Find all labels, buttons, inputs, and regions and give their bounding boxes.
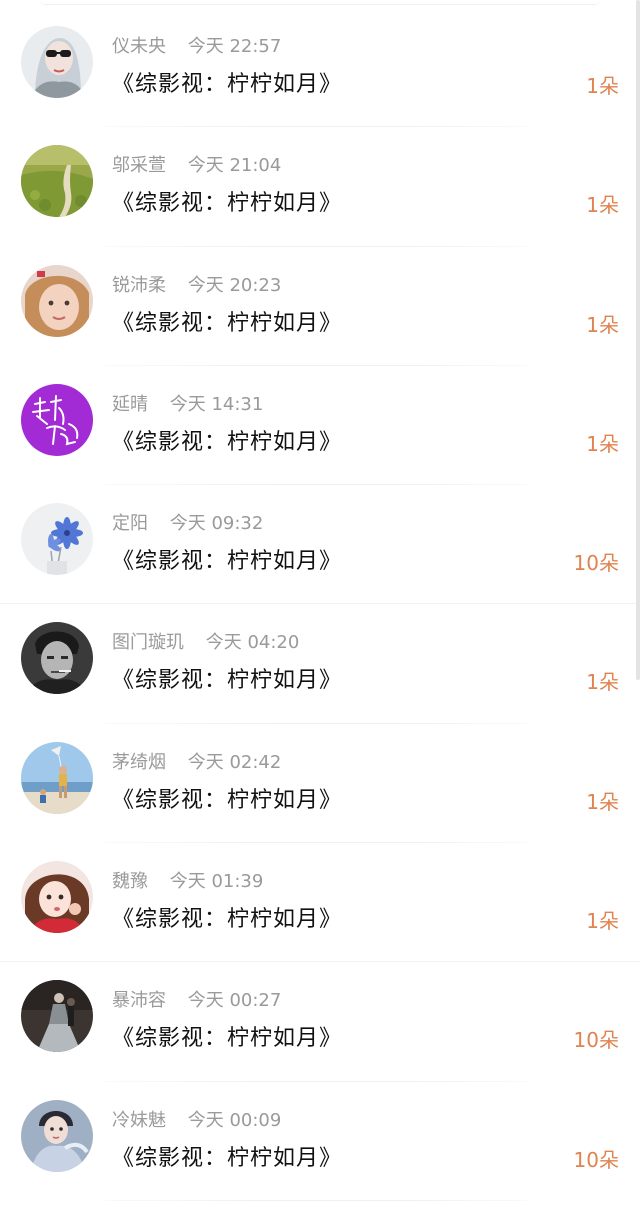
record-meta: 定阳 今天 09:32 xyxy=(112,509,263,535)
gift-amount: 1朵 xyxy=(586,789,619,814)
top-edge xyxy=(40,0,600,5)
book-title[interactable]: 《综影视：柠柠如月》 xyxy=(112,185,342,217)
gift-amount: 1朵 xyxy=(586,193,619,218)
timestamp: 今天 02:42 xyxy=(187,751,282,773)
user-name: 暴沛容 xyxy=(112,990,166,1012)
timestamp: 今天 01:39 xyxy=(169,871,264,893)
user-name: 魏豫 xyxy=(112,871,148,893)
record-meta: 图门璇玑 今天 04:20 xyxy=(112,628,299,654)
list-item[interactable]: 魏豫 今天 01:39 《综影视：柠柠如月》 1朵 xyxy=(0,843,640,963)
timestamp: 今天 21:04 xyxy=(187,155,282,177)
gift-amount: 1朵 xyxy=(586,909,619,934)
timestamp: 今天 00:27 xyxy=(187,990,282,1012)
timestamp: 今天 04:20 xyxy=(205,632,300,654)
record-meta: 延晴 今天 14:31 xyxy=(112,390,263,416)
divider xyxy=(104,1199,528,1201)
list-item[interactable]: 茅绮烟 今天 02:42 《综影视：柠柠如月》 1朵 xyxy=(0,724,640,844)
book-title[interactable]: 《综影视：柠柠如月》 xyxy=(112,662,342,694)
user-name: 仪未央 xyxy=(112,36,166,57)
scrollbar[interactable] xyxy=(636,0,640,680)
avatar-woman-sunglasses[interactable] xyxy=(21,26,93,98)
list-item[interactable]: 仪未央 今天 22:57 《综影视：柠柠如月》 1朵 xyxy=(0,8,640,128)
user-name: 延晴 xyxy=(112,393,148,415)
book-title[interactable]: 《综影视：柠柠如月》 xyxy=(112,543,342,575)
avatar-beach-kite[interactable] xyxy=(21,741,93,814)
book-title[interactable]: 《综影视：柠柠如月》 xyxy=(112,424,342,456)
list-item[interactable]: 邬采萱 今天 21:04 《综影视：柠柠如月》 1朵 xyxy=(0,127,640,247)
list-item[interactable]: 锐沛柔 今天 20:23 《综影视：柠柠如月》 1朵 xyxy=(0,247,640,366)
gift-amount: 10朵 xyxy=(573,1028,619,1053)
record-meta: 魏豫 今天 01:39 xyxy=(112,867,263,893)
book-title[interactable]: 《综影视：柠柠如月》 xyxy=(112,901,342,933)
list-item[interactable]: 延晴 今天 14:31 《综影视：柠柠如月》 1朵 xyxy=(0,366,640,486)
book-title[interactable]: 《综影视：柠柠如月》 xyxy=(112,1140,342,1172)
timestamp: 今天 14:31 xyxy=(169,393,264,415)
timestamp: 今天 22:57 xyxy=(187,36,282,57)
timestamp: 今天 00:09 xyxy=(187,1109,282,1131)
book-title[interactable]: 《综影视：柠柠如月》 xyxy=(112,66,342,98)
book-title[interactable]: 《综影视：柠柠如月》 xyxy=(112,305,342,337)
user-name: 定阳 xyxy=(112,513,148,535)
list-item[interactable]: 冷妹魅 今天 00:09 《综影视：柠柠如月》 10朵 xyxy=(0,1082,640,1201)
gift-amount: 1朵 xyxy=(586,431,619,456)
avatar-purple-calligraphy[interactable] xyxy=(21,383,93,456)
avatar-costume-lady[interactable] xyxy=(21,1099,93,1172)
list-item[interactable]: 暴沛容 今天 00:27 《综影视：柠柠如月》 10朵 xyxy=(0,962,640,1082)
user-name: 茅绮烟 xyxy=(112,751,166,773)
timestamp: 今天 09:32 xyxy=(169,513,264,535)
record-meta: 仪未央 今天 22:57 xyxy=(112,32,281,58)
gift-amount: 10朵 xyxy=(573,551,619,576)
avatar-girl-red[interactable] xyxy=(21,861,93,934)
user-name: 锐沛柔 xyxy=(112,274,166,296)
user-name: 邬采萱 xyxy=(112,155,166,177)
avatar-blue-flowers[interactable] xyxy=(21,503,93,576)
gift-amount: 1朵 xyxy=(586,312,619,337)
list-item[interactable]: 定阳 今天 09:32 《综影视：柠柠如月》 10朵 xyxy=(0,485,640,605)
book-title[interactable]: 《综影视：柠柠如月》 xyxy=(112,1020,342,1052)
list-item[interactable]: 图门璇玑 今天 04:20 《综影视：柠柠如月》 1朵 xyxy=(0,604,640,724)
avatar-child[interactable] xyxy=(21,264,93,337)
user-name: 冷妹魅 xyxy=(112,1109,166,1131)
gift-list: 仪未央 今天 22:57 《综影视：柠柠如月》 1朵 邬采萱 今天 21:04 … xyxy=(0,8,640,1201)
user-name: 图门璇玑 xyxy=(112,632,184,654)
timestamp: 今天 20:23 xyxy=(187,274,282,296)
avatar-green-field[interactable] xyxy=(21,145,93,218)
book-title[interactable]: 《综影视：柠柠如月》 xyxy=(112,782,342,814)
gift-amount: 10朵 xyxy=(573,1147,619,1172)
record-meta: 暴沛容 今天 00:27 xyxy=(112,986,281,1012)
gift-amount: 1朵 xyxy=(586,670,619,695)
record-meta: 茅绮烟 今天 02:42 xyxy=(112,748,281,774)
gift-amount: 1朵 xyxy=(586,74,619,98)
avatar-dark-gown[interactable] xyxy=(21,980,93,1053)
avatar-man-bw[interactable] xyxy=(21,622,93,695)
record-meta: 锐沛柔 今天 20:23 xyxy=(112,271,281,297)
record-meta: 冷妹魅 今天 00:09 xyxy=(112,1106,281,1132)
record-meta: 邬采萱 今天 21:04 xyxy=(112,151,281,177)
